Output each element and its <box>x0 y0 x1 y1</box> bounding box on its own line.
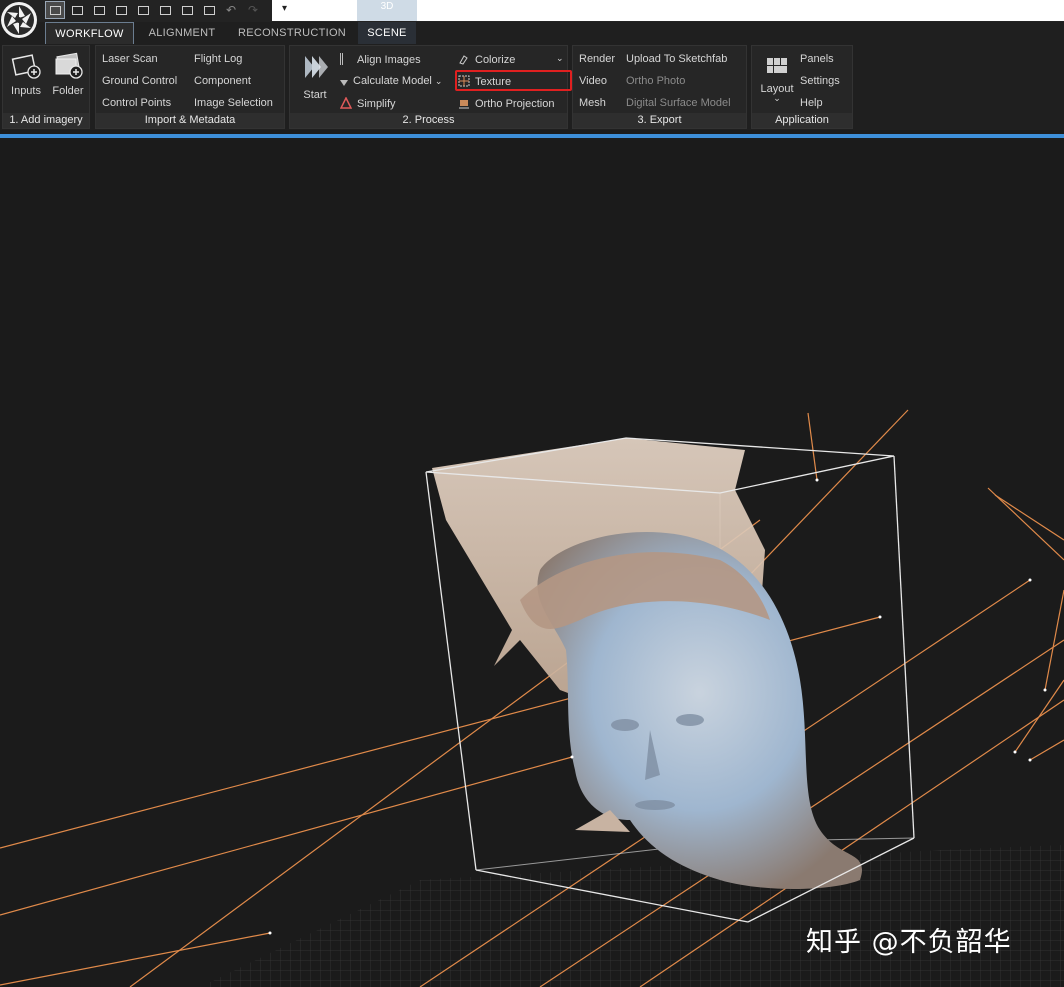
start-button[interactable]: Start <box>296 52 334 101</box>
panels-button[interactable]: Panels <box>800 53 834 65</box>
texture-highlight-box <box>455 70 572 91</box>
calculate-model-label: Calculate Model <box>353 75 432 87</box>
ground-control-button[interactable]: Ground Control <box>102 75 177 87</box>
app-logo-icon[interactable] <box>0 0 40 40</box>
simplify-label: Simplify <box>357 98 396 110</box>
layout-dropdown-icon[interactable]: ⌄ <box>756 94 798 103</box>
layout-single-icon <box>49 5 61 15</box>
inputs-label: Inputs <box>11 85 41 97</box>
start-play-icon <box>305 56 328 78</box>
align-images-icon <box>340 53 352 65</box>
layout-panels-icon <box>181 5 193 15</box>
layout-columns-icon <box>71 5 83 15</box>
simplify-button[interactable]: Simplify <box>340 97 396 110</box>
flight-log-button[interactable]: Flight Log <box>194 53 242 65</box>
component-button[interactable]: Component <box>194 75 251 87</box>
ribbon-tabs: WORKFLOW ALIGNMENT RECONSTRUCTION SCENE <box>0 22 1064 44</box>
ortho-projection-icon <box>459 100 469 109</box>
image-selection-button[interactable]: Image Selection <box>194 97 273 109</box>
ortho-projection-label: Ortho Projection <box>475 98 555 110</box>
ortho-photo-button[interactable]: Ortho Photo <box>626 75 685 87</box>
laser-scan-button[interactable]: Laser Scan <box>102 53 158 65</box>
group-title-process: 2. Process <box>290 113 567 128</box>
undo-button[interactable]: ↶ <box>222 2 240 18</box>
folder-button[interactable]: Folder <box>49 52 87 97</box>
watermark-text: 知乎 @不负韶华 <box>806 927 1012 958</box>
3d-viewport[interactable]: 知乎 @不负韶华 <box>0 138 1064 987</box>
ground-grid <box>200 845 1064 987</box>
calculate-model-icon <box>340 80 348 86</box>
undo-icon: ↶ <box>225 3 237 17</box>
layout-1-button[interactable] <box>45 1 65 19</box>
colorize-label: Colorize <box>475 54 516 66</box>
layout-grid-icon <box>137 5 149 15</box>
folder-label: Folder <box>52 85 84 97</box>
control-points-button[interactable]: Control Points <box>102 97 171 109</box>
inputs-button[interactable]: Inputs <box>7 52 45 97</box>
colorize-brush-icon <box>459 55 468 65</box>
layout-list-icon <box>115 5 127 15</box>
add-input-icon <box>11 54 41 79</box>
layout-multi-icon <box>203 5 215 15</box>
ortho-projection-button[interactable]: Ortho Projection <box>458 97 554 110</box>
align-images-label: Align Images <box>357 54 421 66</box>
redo-button[interactable]: ↷ <box>244 2 262 18</box>
tab-scene[interactable]: SCENE <box>358 22 416 44</box>
add-folder-icon <box>55 52 83 79</box>
help-button[interactable]: Help <box>800 97 823 109</box>
layout-quad-icon <box>159 5 171 15</box>
colorize-dropdown-icon[interactable]: ⌄ <box>556 53 564 64</box>
settings-button[interactable]: Settings <box>800 75 840 87</box>
colorize-button[interactable]: Colorize <box>458 53 515 66</box>
scene-canvas <box>0 409 1064 987</box>
group-title-export: 3. Export <box>573 113 746 128</box>
align-images-button[interactable]: Align Images <box>340 53 421 66</box>
layout-grid-icon <box>767 58 787 73</box>
group-title-add-imagery: 1. Add imagery <box>3 113 89 128</box>
upload-sketchfab-button[interactable]: Upload To Sketchfab <box>626 53 727 65</box>
layout-4-button[interactable] <box>112 2 130 18</box>
mesh-button[interactable]: Mesh <box>579 97 606 109</box>
layout-split-icon <box>93 5 105 15</box>
group-add-imagery: Inputs Folder 1. Add imagery <box>2 45 90 129</box>
layout-7-button[interactable] <box>178 2 196 18</box>
group-title-import-metadata: Import & Metadata <box>96 113 284 128</box>
layout-2-button[interactable] <box>68 2 86 18</box>
render-button[interactable]: Render <box>579 53 615 65</box>
layout-3-button[interactable] <box>90 2 108 18</box>
simplify-icon <box>340 97 352 109</box>
calculate-model-button[interactable]: Calculate Model ⌄ <box>340 75 442 87</box>
layout-5-button[interactable] <box>134 2 152 18</box>
digital-surface-model-button[interactable]: Digital Surface Model <box>626 97 731 109</box>
view-3d-tab[interactable]: 3D <box>357 0 417 21</box>
quick-access-bar: ↶ ↷ ▾ 3D <box>0 0 1064 22</box>
layout-button[interactable]: Layout ⌄ <box>756 56 798 103</box>
tab-alignment[interactable]: ALIGNMENT <box>138 22 226 44</box>
tab-workflow[interactable]: WORKFLOW <box>45 22 134 44</box>
group-application: Layout ⌄ Panels Settings Help Applicatio… <box>751 45 853 129</box>
redo-icon: ↷ <box>247 3 259 17</box>
calculate-model-dropdown-icon[interactable]: ⌄ <box>435 76 443 86</box>
group-export: Render Video Mesh Upload To Sketchfab Or… <box>572 45 747 129</box>
start-label: Start <box>303 89 327 101</box>
group-import-metadata: Laser Scan Ground Control Control Points… <box>95 45 285 129</box>
video-button[interactable]: Video <box>579 75 607 87</box>
layout-8-button[interactable] <box>200 2 218 18</box>
layout-6-button[interactable] <box>156 2 174 18</box>
tab-reconstruction[interactable]: RECONSTRUCTION <box>236 22 348 44</box>
quick-access-dropdown-icon[interactable]: ▾ <box>282 3 287 14</box>
group-title-application: Application <box>752 113 852 128</box>
